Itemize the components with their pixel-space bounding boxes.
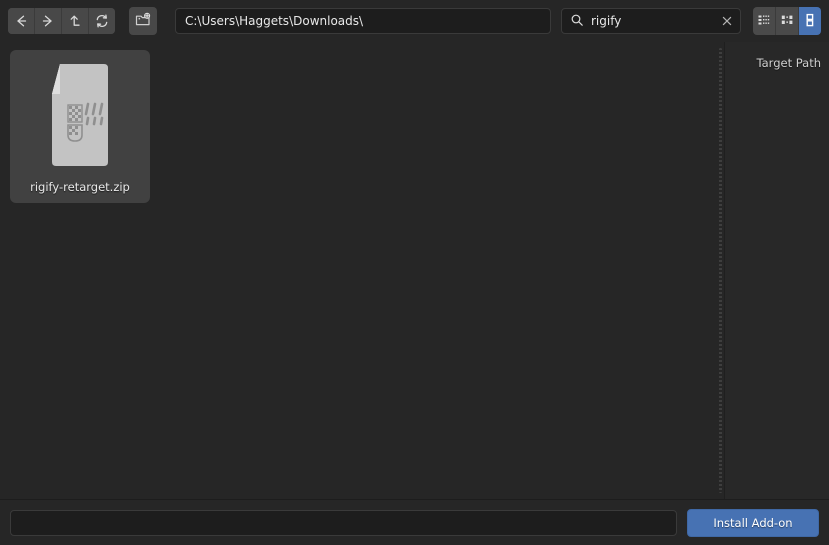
splitter-line [724, 42, 725, 499]
short-list-view-icon [779, 12, 795, 31]
view-mode-horizontal-list[interactable] [776, 7, 799, 35]
install-addon-button[interactable]: Install Add-on [687, 508, 819, 537]
arrow-left-icon [13, 13, 29, 29]
target-path-label: Target Path [756, 56, 822, 70]
panel-splitter[interactable] [715, 42, 725, 499]
file-list-area[interactable]: rigify-retarget.zip [0, 42, 715, 499]
file-item-label: rigify-retarget.zip [30, 180, 130, 194]
file-browser-window: C:\Users\Haggets\Downloads\ rigify rigif… [0, 0, 829, 545]
search-field[interactable]: rigify [561, 8, 741, 34]
refresh-button[interactable] [89, 8, 115, 34]
directory-path-field[interactable]: C:\Users\Haggets\Downloads\ [175, 8, 551, 34]
new-folder-button[interactable] [129, 7, 157, 35]
view-mode-vertical-list[interactable] [753, 7, 776, 35]
parent-directory-button[interactable] [62, 8, 89, 34]
view-mode-thumbnails[interactable] [799, 7, 821, 35]
thumbnail-view-icon [802, 12, 818, 31]
file-thumbnail [27, 58, 133, 176]
main-body: rigify-retarget.zip Target Path [0, 42, 829, 499]
directory-path-value: C:\Users\Haggets\Downloads\ [185, 14, 364, 28]
list-view-icon [756, 12, 772, 31]
bottom-bar: Install Add-on [0, 500, 829, 545]
search-input-value[interactable]: rigify [591, 14, 713, 28]
refresh-icon [94, 13, 110, 29]
forward-button[interactable] [35, 8, 62, 34]
filename-input[interactable] [10, 509, 677, 536]
splitter-grip-dots [719, 48, 722, 493]
arrow-right-icon [40, 13, 56, 29]
file-item[interactable]: rigify-retarget.zip [10, 50, 150, 203]
search-clear-button[interactable] [720, 14, 734, 28]
side-panel: Target Path [725, 42, 829, 499]
back-button[interactable] [8, 8, 35, 34]
zip-archive-icon [38, 62, 122, 173]
arrow-up-icon [67, 13, 83, 29]
toolbar: C:\Users\Haggets\Downloads\ rigify [0, 0, 829, 42]
search-icon [570, 13, 584, 30]
new-folder-icon [134, 11, 152, 32]
navigation-button-group [8, 8, 115, 34]
view-mode-group [753, 7, 821, 35]
